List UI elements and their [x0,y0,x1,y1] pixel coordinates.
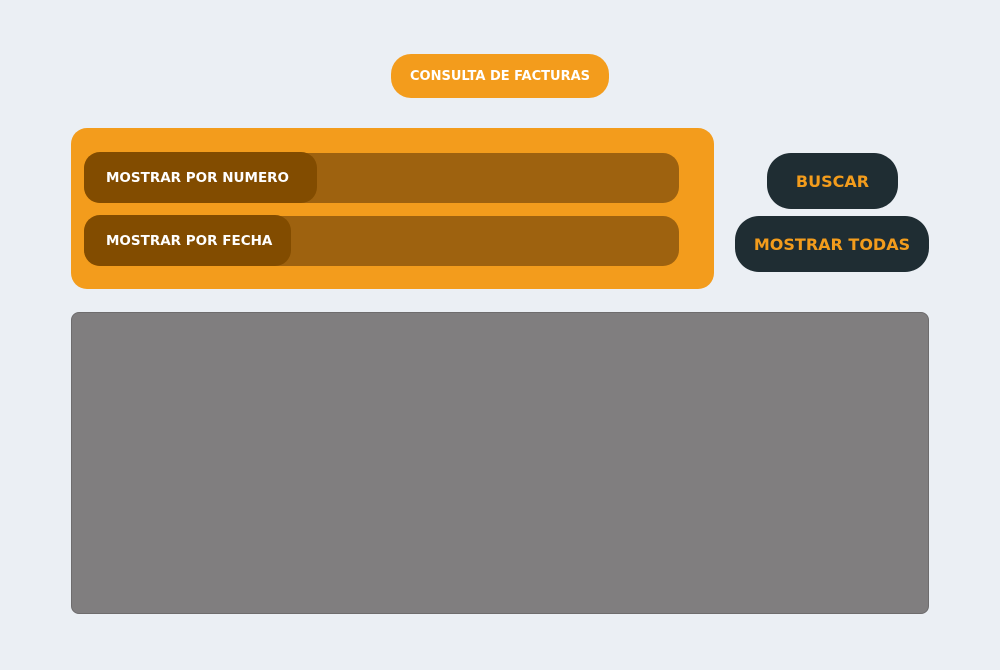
date-filter-input[interactable] [291,216,679,266]
filter-panel: MOSTRAR POR NUMERO MOSTRAR POR FECHA [71,128,714,289]
number-filter-row: MOSTRAR POR NUMERO [84,152,679,203]
search-button[interactable]: BUSCAR [767,153,898,209]
number-filter-input[interactable] [317,153,679,203]
page-title: CONSULTA DE FACTURAS [391,54,609,98]
show-all-button[interactable]: MOSTRAR TODAS [735,216,929,272]
date-filter-row: MOSTRAR POR FECHA [84,215,679,266]
date-filter-label: MOSTRAR POR FECHA [84,215,291,266]
number-filter-label: MOSTRAR POR NUMERO [84,152,317,203]
results-area[interactable] [71,312,929,614]
